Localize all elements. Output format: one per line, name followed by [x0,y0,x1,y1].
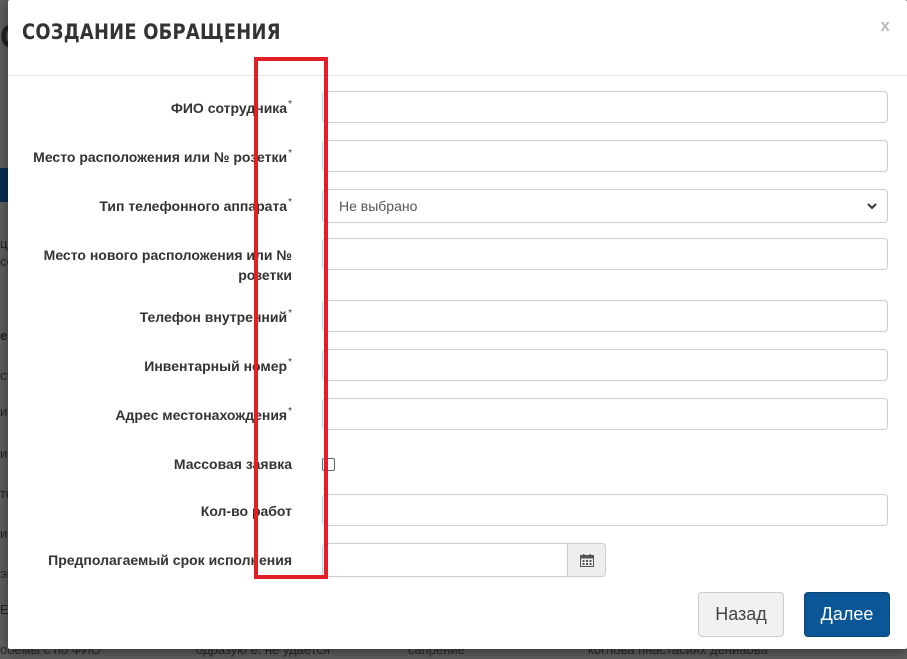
employee-name-input[interactable] [322,91,888,123]
back-button[interactable]: Назад [698,592,784,637]
modal-title: СОЗДАНИЕ ОБРАЩЕНИЯ [22,20,281,44]
modal-header: СОЗДАНИЕ ОБРАЩЕНИЯ x [8,0,907,76]
internal-phone-input[interactable] [322,300,888,332]
field-label: Тип телефонного аппарата* [22,196,292,216]
field-label-text: Место расположения или № розетки [33,149,288,165]
new-location-input[interactable] [322,238,888,270]
field-label: Место расположения или № розетки* [22,147,292,167]
chevron-down-icon [867,203,877,210]
field-label: Предполагаемый срок исполнения [22,550,292,570]
due-date-picker [322,543,606,577]
field-label: Инвентарный номер* [22,356,292,376]
close-icon[interactable]: x [881,16,890,36]
due-date-input[interactable] [322,543,568,577]
location-input[interactable] [322,140,888,172]
field-label: Кол-во работ [22,501,292,521]
calendar-icon [580,554,594,567]
calendar-button[interactable] [567,543,606,577]
next-button[interactable]: Далее [804,592,890,637]
phone-type-select[interactable]: Не выбрано [322,189,888,223]
address-input[interactable] [322,398,888,430]
select-value: Не выбрано [339,198,418,214]
create-request-modal: СОЗДАНИЕ ОБРАЩЕНИЯ x ФИО сотрудника* Мес… [8,0,907,649]
field-label: Массовая заявка [22,454,292,474]
inventory-number-input[interactable] [322,349,888,381]
field-label: Место нового расположения или № розетки [22,245,292,285]
field-label: Телефон внутренний* [22,307,292,327]
work-count-input[interactable] [322,494,888,526]
field-label: ФИО сотрудника* [22,98,292,118]
field-label: Адрес местонахождения* [22,405,292,425]
highlight-annotation-box [254,57,328,579]
